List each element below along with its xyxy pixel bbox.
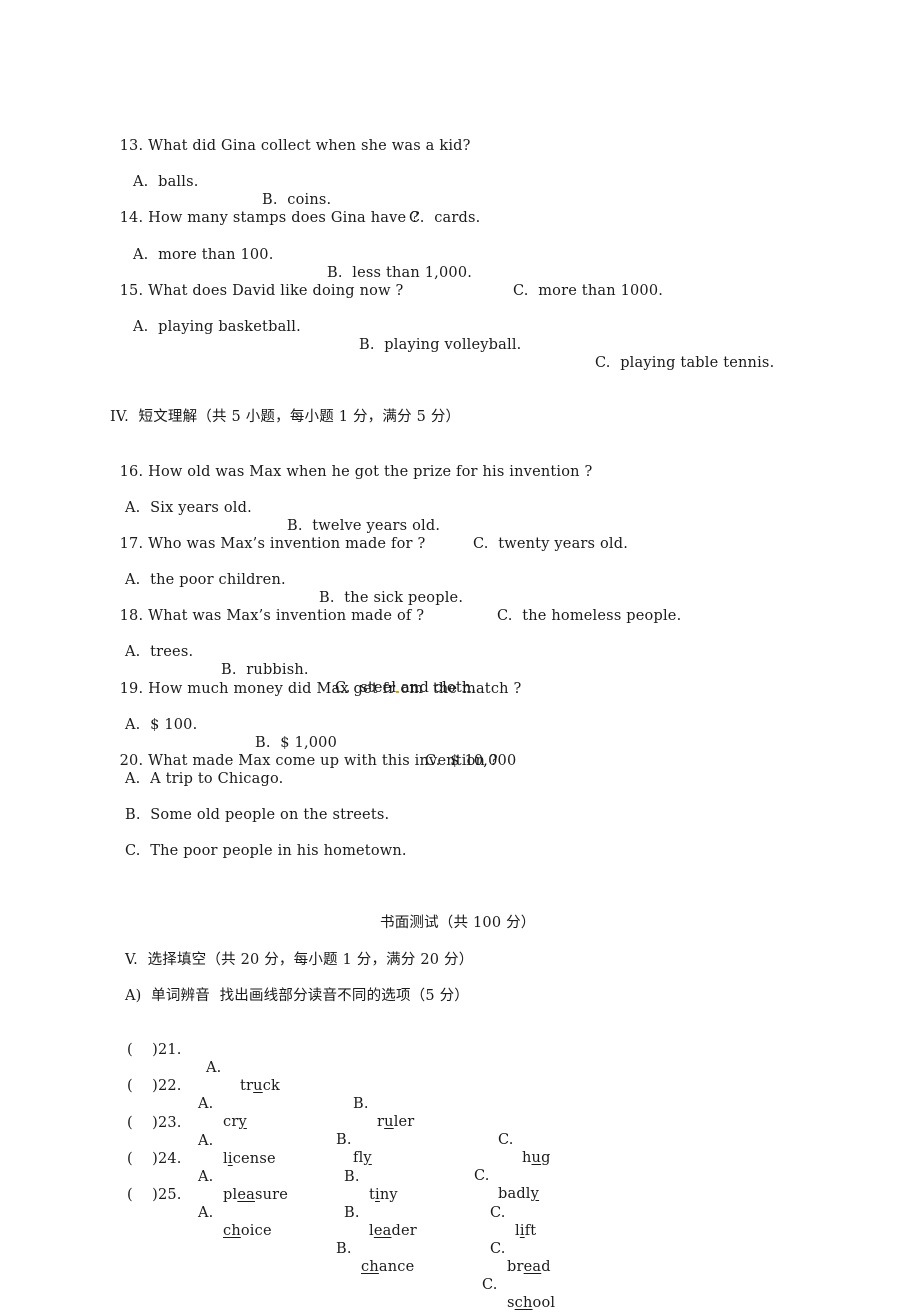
question-17: 17. Who was Max’s invention made for ? [110,517,426,553]
option-a-word: choice [223,1223,272,1239]
question-number: 13. [119,138,144,154]
option-a: A. balls. [133,174,199,190]
option-a: A. more than 100. [133,247,274,263]
option-a-label: A. [198,1205,214,1221]
written-test-title: 书面测试（共 100 分） [380,915,536,931]
option-c: C. cards. [409,210,481,226]
part-a-heading: A) 单词辨音 找出画线部分读音不同的选项（5 分） [125,988,469,1004]
question-15: 15. What does David like doing now ? [110,264,404,300]
question-number: 17. [119,536,144,552]
option-a: A. trees. [125,644,194,660]
highlight-mark [396,691,400,693]
question-text: What did Gina collect when she was a kid… [148,138,471,154]
item-25: ( )25. A. choice B. chance C. school [0,1168,920,1312]
option-c: C. twenty years old. [473,536,629,552]
item-prefix: ( )21. [127,1042,182,1058]
question-text-end: om the match ? [400,681,522,697]
question-20: 20. What made Max come up with this inve… [110,734,498,770]
option-c: C. The poor people in his hometown. [125,843,407,859]
question-number: 20. [119,753,144,769]
question-text: Who was Max’s invention made for ? [148,536,426,552]
question-number: 19. [119,681,144,697]
option-c: C. the homeless people. [497,608,682,624]
question-text: How old was Max when he got the prize fo… [148,464,593,480]
question-number: 14. [119,210,144,226]
question-number: 18. [119,608,144,624]
option-c-label: C. [482,1277,498,1293]
question-text: How many stamps does Gina have ? [148,210,420,226]
item-prefix: ( )23. [127,1115,182,1131]
question-16: 16. How old was Max when he got the priz… [110,445,593,481]
question-number: 15. [119,283,144,299]
question-text-start: How much money did Max get fr [148,681,396,697]
option-b-label: B. [336,1241,352,1257]
question-text: What does David like doing now ? [148,283,404,299]
question-13: 13. What did Gina collect when she was a… [110,119,471,155]
question-text: What was Max’s invention made of ? [148,608,425,624]
option-a: A. Six years old. [125,500,252,516]
options-15: A. playing basketball. B. playing volley… [0,300,920,372]
option-c: C. playing table tennis. [595,355,775,371]
option-a: A. A trip to Chicago. [125,771,284,787]
option-a: A. the poor children. [125,572,286,588]
question-19: 19. How much money did Max get fr om the … [110,662,522,698]
question-number: 16. [119,464,144,480]
option-c: C. more than 1000. [513,283,664,299]
option-b: B. Some old people on the streets. [125,807,390,823]
option-b: B. playing volleyball. [359,337,522,353]
item-prefix: ( )24. [127,1151,182,1167]
section-5-heading: V. 选择填空（共 20 分，每小题 1 分，满分 20 分） [125,952,474,968]
question-18: 18. What was Max’s invention made of ? [110,589,424,625]
question-text: What made Max come up with this inventio… [148,753,498,769]
question-14: 14. How many stamps does Gina have ? [110,191,419,227]
option-b-word: chance [361,1259,415,1275]
option-a: A. $ 100. [125,717,198,733]
item-prefix: ( )22. [127,1078,182,1094]
item-prefix: ( )25. [127,1187,182,1203]
option-a: A. playing basketball. [133,319,301,335]
section-4-heading: IV. 短文理解（共 5 小题，每小题 1 分，满分 5 分） [110,409,461,425]
option-c-word: school [507,1295,556,1311]
